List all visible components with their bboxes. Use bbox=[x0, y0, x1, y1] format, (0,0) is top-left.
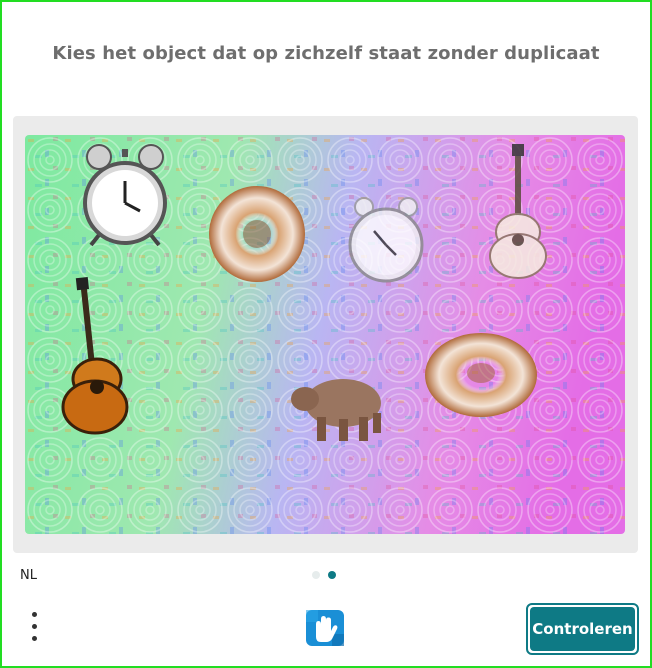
donut-icon[interactable] bbox=[425, 333, 537, 417]
challenge-image[interactable] bbox=[25, 135, 625, 534]
menu-dot bbox=[32, 624, 37, 629]
menu-dot bbox=[32, 636, 37, 641]
challenge-panel bbox=[13, 116, 638, 553]
submit-button-label: Controleren bbox=[530, 607, 635, 651]
menu-dot bbox=[32, 612, 37, 617]
more-options-button[interactable] bbox=[26, 612, 44, 642]
donut-icon[interactable] bbox=[209, 186, 305, 282]
clock-icon[interactable] bbox=[348, 197, 424, 283]
challenge-prompt: Kies het object dat op zichzelf staat zo… bbox=[52, 43, 600, 64]
page-dot-2-active[interactable] bbox=[328, 571, 336, 579]
language-selector[interactable]: NL bbox=[20, 568, 37, 583]
hand-logo-icon[interactable] bbox=[304, 608, 346, 648]
page-dot-1[interactable] bbox=[312, 571, 320, 579]
submit-button[interactable]: Controleren bbox=[526, 603, 639, 655]
